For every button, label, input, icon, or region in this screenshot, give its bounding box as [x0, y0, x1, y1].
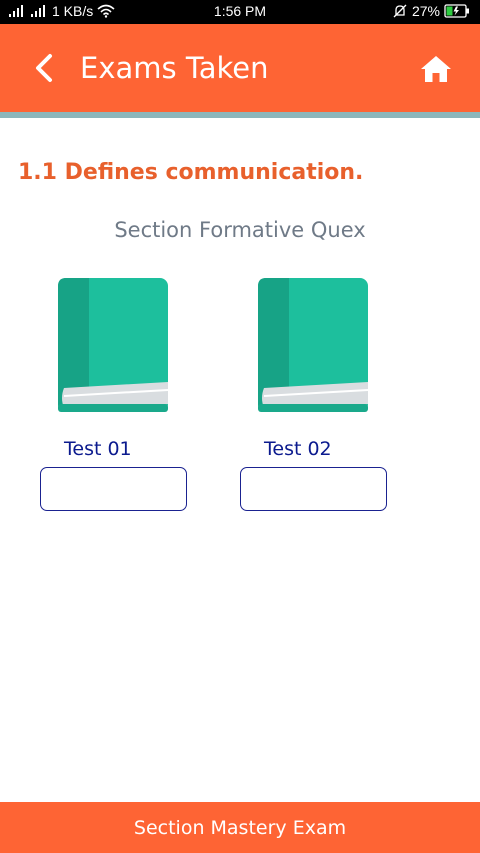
- home-icon: [421, 56, 451, 82]
- page-title: Exams Taken: [80, 51, 269, 85]
- status-bar-right: 27%: [392, 3, 470, 19]
- chevron-left-icon: [36, 54, 52, 82]
- section-subheading: Section Formative Quex: [114, 218, 366, 242]
- battery-percent: 27%: [411, 3, 440, 19]
- app-bar: Exams Taken: [0, 24, 480, 112]
- app-bar-divider: [0, 112, 480, 118]
- alarm-off-icon: [393, 4, 407, 18]
- battery-charging-icon: [444, 4, 469, 18]
- test-label: Test 02: [264, 438, 332, 460]
- home-button[interactable]: [418, 52, 454, 86]
- section-mastery-exam-button[interactable]: Section Mastery Exam: [0, 802, 480, 853]
- test-02-score-field[interactable]: [240, 467, 387, 511]
- test-01-score-field[interactable]: [40, 467, 187, 511]
- section-heading: 1.1 Defines communication.: [18, 160, 364, 185]
- back-button[interactable]: [28, 50, 60, 86]
- test-label: Test 01: [64, 438, 132, 460]
- book-icon[interactable]: [58, 278, 168, 412]
- status-bar: 1 KB/s 1:56 PM 27%: [0, 0, 480, 24]
- book-icon[interactable]: [258, 278, 368, 412]
- exams-taken-screen: 1 KB/s 1:56 PM 27% Exams Taken 1.1 Defin…: [0, 0, 480, 853]
